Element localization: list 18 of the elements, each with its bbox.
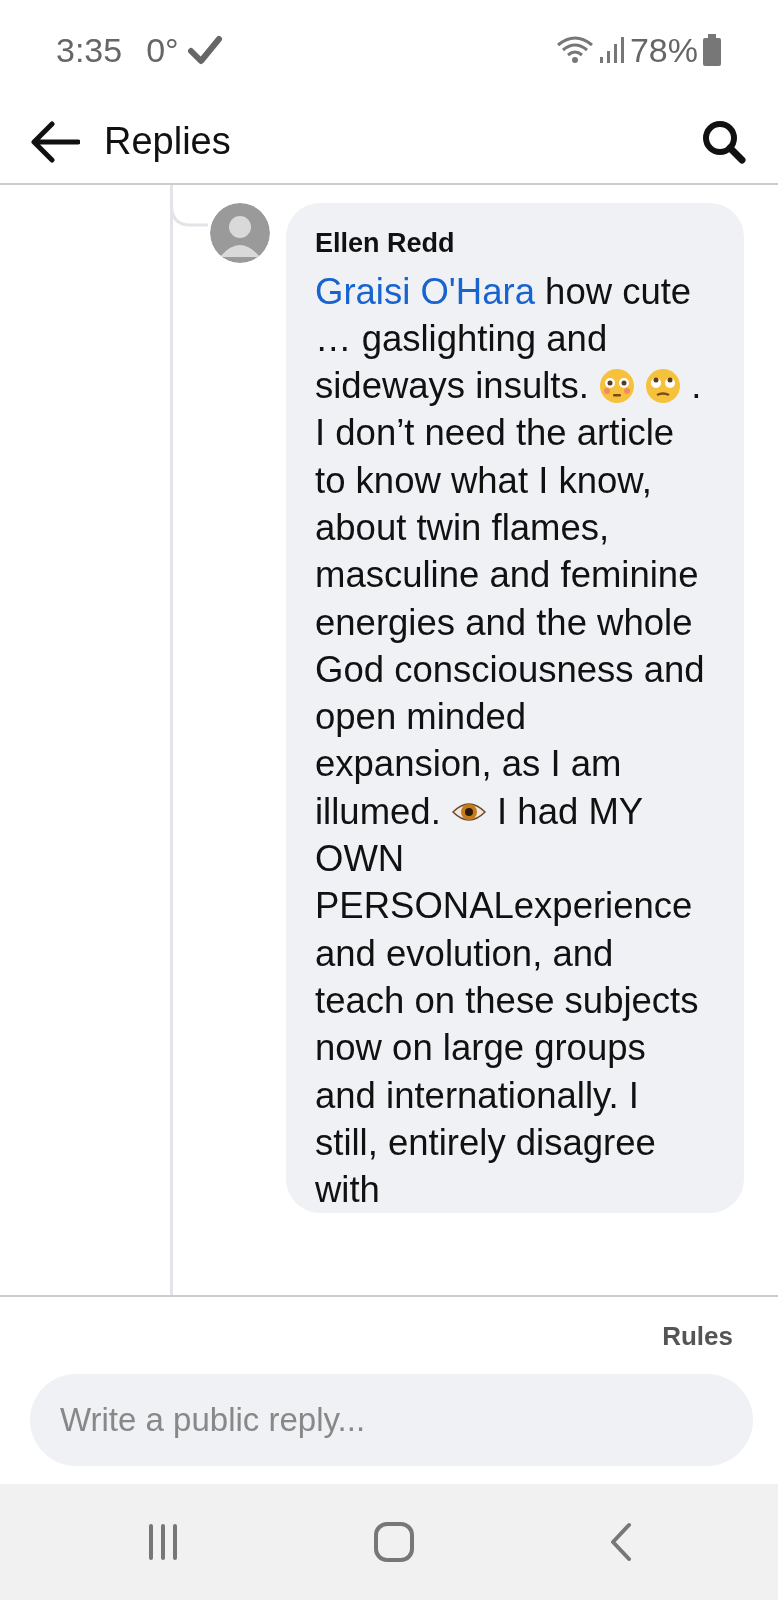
checkmark-icon: [186, 35, 223, 65]
wifi-icon: [555, 35, 594, 65]
author-name[interactable]: Ellen Redd: [315, 223, 710, 264]
home-icon[interactable]: [373, 1521, 415, 1563]
comment-text: Graisi O'Hara how cute … gaslighting and sideways insults. . I don’t need the article to know what I know, about twin flames, masculine and feminine energies and the whole God consciousness and open minded expansion, as I am illumed. I had MY OWN PERSONALexperience and evolution, and teach on these subjects now on large groups and internationally. I still, entirely disagree with: [315, 269, 706, 1213]
reply-input-field[interactable]: Write a public reply...: [30, 1374, 753, 1466]
battery-percentage: 78%: [629, 29, 698, 71]
flushed-face-icon: [599, 368, 635, 405]
signal-icon: [597, 35, 626, 65]
page-title: Replies: [104, 119, 231, 164]
clock-time: 3:35: [56, 29, 123, 71]
eye-roll-face-icon: [645, 368, 682, 405]
temperature: 0°: [146, 29, 179, 71]
rules-link[interactable]: Rules: [662, 1321, 733, 1351]
battery-icon: [702, 34, 722, 66]
mention-link[interactable]: Graisi O'Hara: [315, 270, 535, 312]
back-arrow-icon[interactable]: [30, 119, 80, 164]
avatar[interactable]: [210, 203, 270, 263]
